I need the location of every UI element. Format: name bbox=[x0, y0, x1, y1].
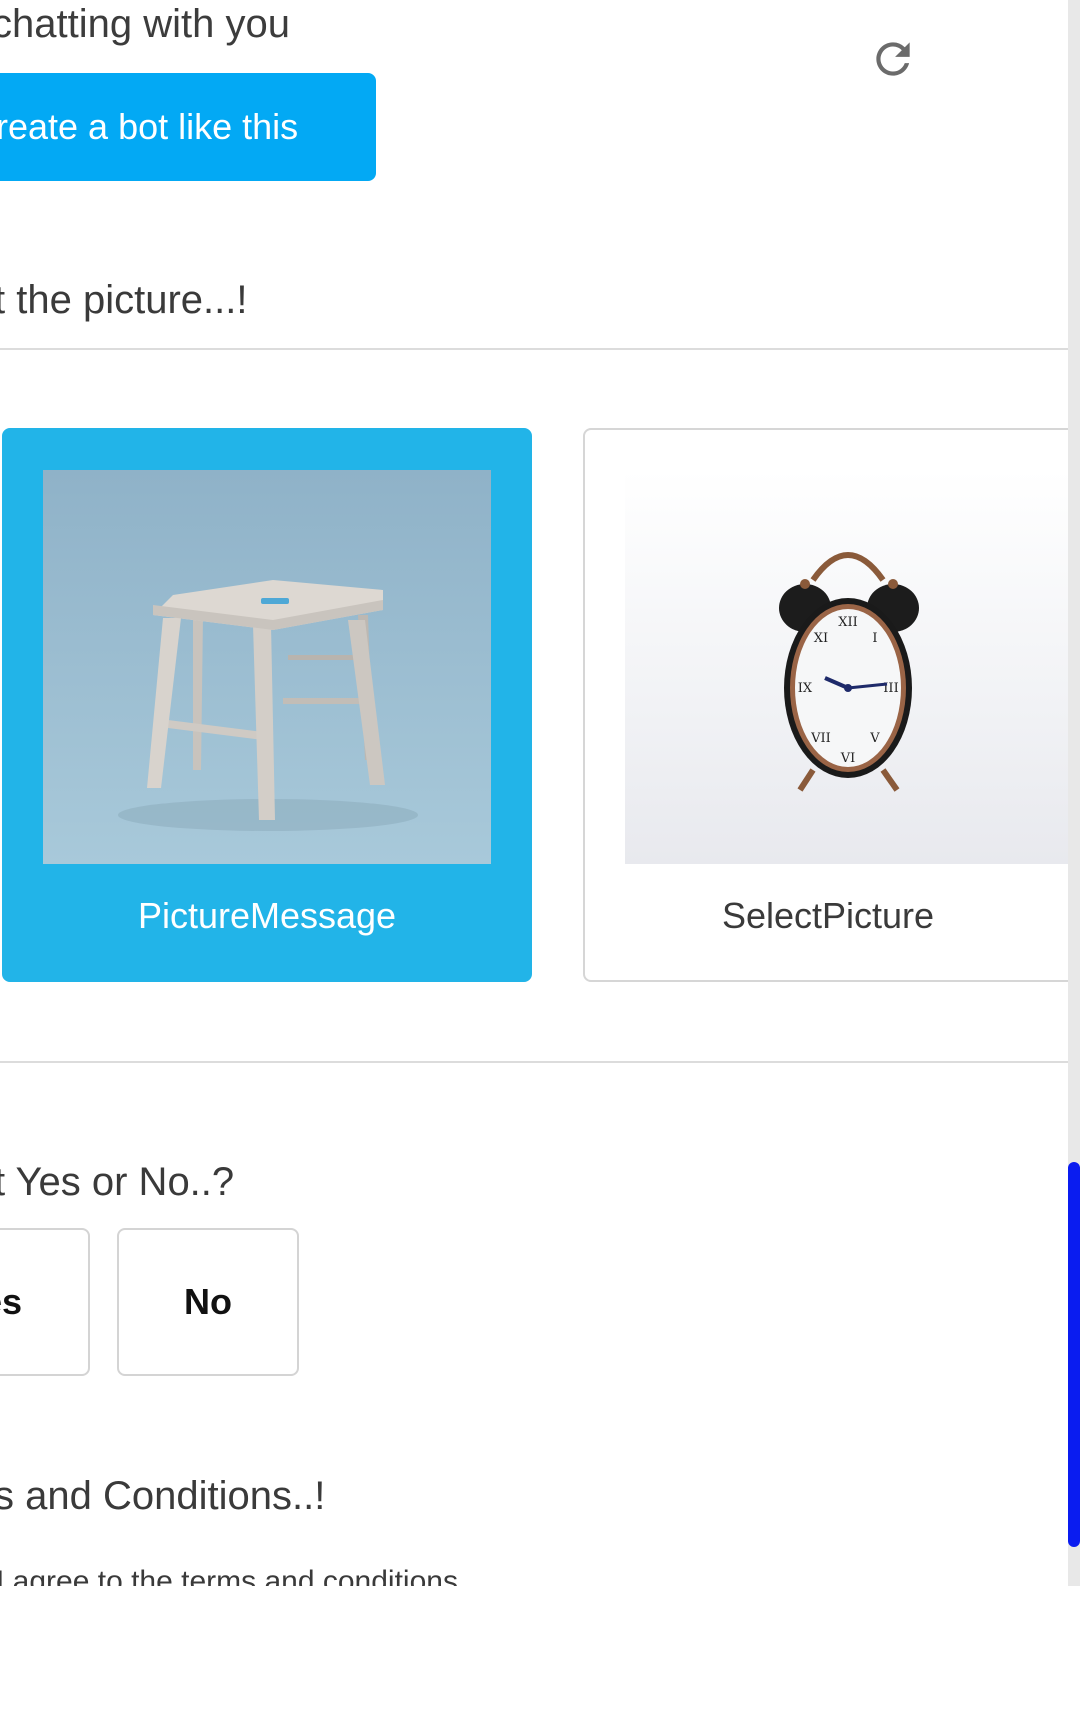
divider bbox=[0, 1061, 1068, 1063]
alarm-clock-photo: XII VI IX III I XI V VII bbox=[625, 470, 1080, 864]
terms-heading: s and Conditions..! bbox=[0, 1474, 326, 1518]
terms-checkbox-label[interactable]: I agree to the terms and conditions bbox=[0, 1560, 458, 1586]
divider bbox=[0, 348, 1068, 350]
create-bot-button[interactable]: reate a bot like this bbox=[0, 73, 376, 181]
picture-option-label: PictureMessage bbox=[137, 895, 397, 936]
svg-text:XI: XI bbox=[814, 631, 828, 646]
chat-header-text: chatting with you bbox=[0, 2, 290, 46]
no-button[interactable]: No bbox=[117, 1228, 299, 1376]
chat-viewport: chatting with you reate a bot like this … bbox=[0, 0, 1080, 1586]
svg-text:XII: XII bbox=[838, 615, 858, 630]
stool-image bbox=[43, 470, 491, 864]
picture-option-selectpicture[interactable]: XII VI IX III I XI V VII SelectPicture bbox=[583, 428, 1080, 982]
stool-photo bbox=[43, 470, 491, 864]
clock-image: XII VI IX III I XI V VII bbox=[625, 470, 1080, 864]
svg-text:VI: VI bbox=[840, 751, 856, 766]
yes-no-question-text: t Yes or No..? bbox=[0, 1160, 235, 1204]
scrollbar-thumb[interactable] bbox=[1068, 1162, 1080, 1547]
svg-text:IX: IX bbox=[798, 681, 813, 696]
refresh-icon[interactable] bbox=[868, 34, 918, 84]
picture-question-text: t the picture...! bbox=[0, 278, 248, 322]
svg-text:I: I bbox=[872, 631, 877, 646]
picture-option-label: SelectPicture bbox=[721, 895, 935, 936]
yes-button[interactable]: es bbox=[0, 1228, 90, 1376]
svg-text:V: V bbox=[869, 731, 880, 746]
svg-text:VII: VII bbox=[810, 731, 831, 746]
picture-option-picturemessage[interactable]: PictureMessage bbox=[2, 428, 532, 982]
